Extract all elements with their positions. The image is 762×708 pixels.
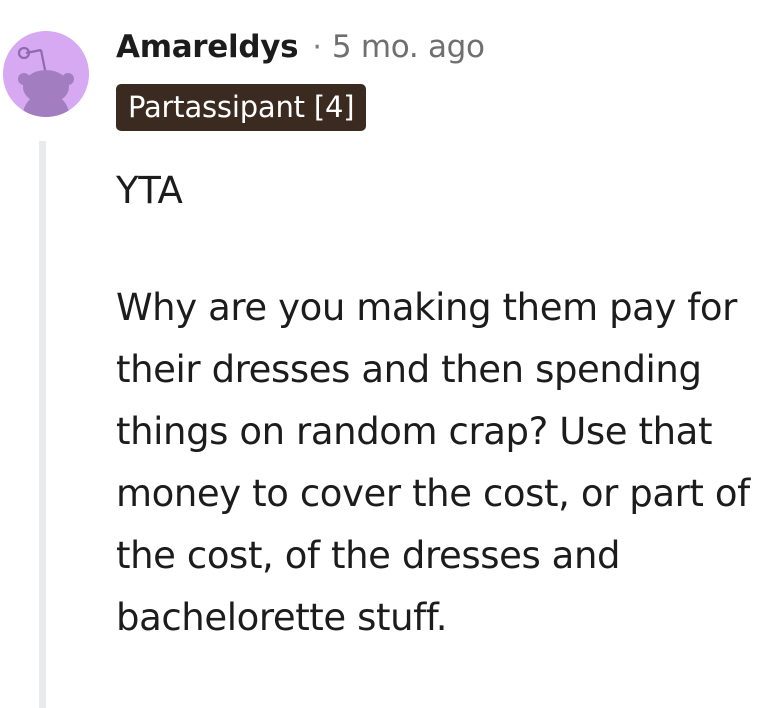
comment-paragraph: YTA [116,169,183,212]
username[interactable]: Amareldys [116,29,299,65]
user-avatar[interactable] [3,31,89,117]
comment-paragraph: Why are you making them pay for their dr… [116,286,750,639]
comment-header: Amareldys · 5 mo. ago [116,26,485,68]
comment-timestamp[interactable]: 5 mo. ago [332,29,485,65]
user-flair: Partassipant [4] [116,84,367,131]
thread-line[interactable] [39,141,46,708]
comment-body: YTA Why are you making them pay for thei… [116,160,756,649]
snoo-avatar-icon [3,31,89,117]
separator-dot: · [312,29,322,65]
